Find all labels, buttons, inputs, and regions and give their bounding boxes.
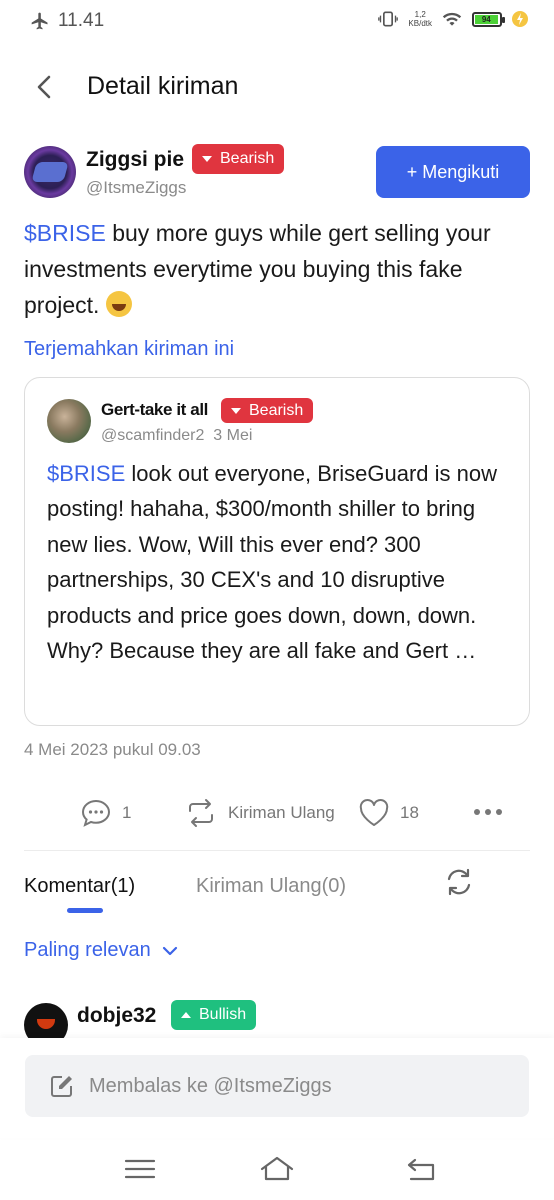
laughing-emoji-icon — [105, 291, 132, 317]
battery-icon: 94 — [472, 11, 505, 27]
repost-label: Kiriman Ulang — [228, 803, 335, 822]
author-name[interactable]: Ziggsi pie — [86, 148, 184, 172]
avatar[interactable] — [24, 146, 76, 198]
chevron-down-icon — [162, 946, 177, 955]
vibrate-icon — [378, 11, 399, 27]
follow-label: + Mengikuti — [406, 161, 500, 182]
caret-down-icon — [202, 156, 212, 162]
tab-comments[interactable]: Komentar(1) — [24, 875, 135, 898]
follow-button[interactable]: + Mengikuti — [376, 146, 530, 198]
comment-icon — [81, 799, 111, 827]
ticker-link[interactable]: $BRISE — [24, 220, 106, 246]
back-nav-icon[interactable] — [405, 1154, 441, 1184]
charging-icon — [512, 11, 528, 27]
post-author-row: Ziggsi pie Bearish @ItsmeZiggs + Mengiku… — [24, 144, 530, 204]
reply-input[interactable]: Membalas ke @ItsmeZiggs — [25, 1055, 529, 1117]
ticker-link[interactable]: $BRISE — [47, 461, 125, 486]
heart-icon — [359, 799, 389, 826]
quoted-date: 3 Mei — [213, 427, 253, 444]
avatar[interactable] — [47, 399, 91, 443]
comment-author-name[interactable]: dobje32 — [77, 1004, 156, 1028]
system-nav-bar — [0, 1140, 554, 1200]
caret-down-icon — [231, 407, 241, 414]
back-arrow-icon[interactable] — [30, 72, 60, 102]
author-handle: @ItsmeZiggs — [86, 178, 187, 197]
page-title: Detail kiriman — [87, 72, 239, 100]
quoted-handle: @scamfinder2 — [101, 427, 205, 444]
like-button[interactable]: 18 — [358, 798, 419, 828]
sentiment-badge: Bullish — [171, 1000, 257, 1030]
reply-placeholder: Membalas ke @ItsmeZiggs — [89, 1074, 332, 1097]
quoted-post-text: look out everyone, BriseGuard is now pos… — [47, 461, 498, 664]
sort-dropdown[interactable]: Paling relevan — [24, 939, 179, 962]
repost-icon — [189, 799, 213, 827]
sentiment-label: Bearish — [220, 150, 275, 167]
net-speed-unit: KB/dtk — [408, 19, 432, 28]
more-dots-icon — [474, 809, 502, 815]
caret-up-icon — [181, 1012, 191, 1018]
quoted-author-name[interactable]: Gert-take it all — [101, 400, 208, 420]
post-date: 4 Mei 2023 pukul 09.03 — [24, 740, 201, 759]
airplane-icon — [31, 12, 48, 30]
menu-icon[interactable] — [122, 1154, 158, 1184]
comment-button[interactable]: 1 — [80, 798, 131, 828]
post-actions: 1 Kiriman Ulang 18 — [0, 790, 554, 836]
home-icon[interactable] — [259, 1154, 295, 1184]
refresh-icon[interactable] — [443, 866, 475, 898]
wifi-icon — [442, 12, 462, 26]
app-header: Detail kiriman — [0, 58, 554, 118]
status-time: 11.41 — [58, 10, 105, 31]
sort-label: Paling relevan — [24, 939, 151, 961]
divider — [24, 850, 530, 851]
translate-link[interactable]: Terjemahkan kiriman ini — [24, 338, 234, 361]
like-count: 18 — [400, 803, 419, 822]
quoted-post-body: $BRISE look out everyone, BriseGuard is … — [47, 456, 517, 668]
sentiment-badge: Bearish — [192, 144, 285, 174]
net-speed: 1,2 KB/dtk — [408, 10, 432, 28]
status-bar: 11.41 1,2 KB/dtk 94 — [0, 0, 554, 44]
battery-level: 94 — [475, 14, 498, 24]
active-tab-indicator — [67, 908, 103, 913]
reply-bar: Membalas ke @ItsmeZiggs — [0, 1038, 554, 1138]
more-options-button[interactable] — [472, 802, 504, 822]
tab-reposts[interactable]: Kiriman Ulang(0) — [196, 875, 346, 898]
post-body: $BRISE buy more guys while gert selling … — [24, 215, 534, 323]
comment-count: 1 — [122, 803, 132, 822]
sentiment-badge: Bearish — [221, 398, 314, 423]
quoted-handle-date: @scamfinder2 3 Mei — [101, 427, 252, 445]
repost-button[interactable]: Kiriman Ulang — [184, 798, 335, 828]
net-speed-value: 1,2 — [414, 10, 426, 19]
edit-icon — [51, 1076, 72, 1097]
sentiment-label: Bullish — [199, 1006, 247, 1023]
sentiment-label: Bearish — [249, 401, 304, 419]
quoted-post-card[interactable]: Gert-take it all Bearish @scamfinder2 3 … — [24, 377, 530, 726]
